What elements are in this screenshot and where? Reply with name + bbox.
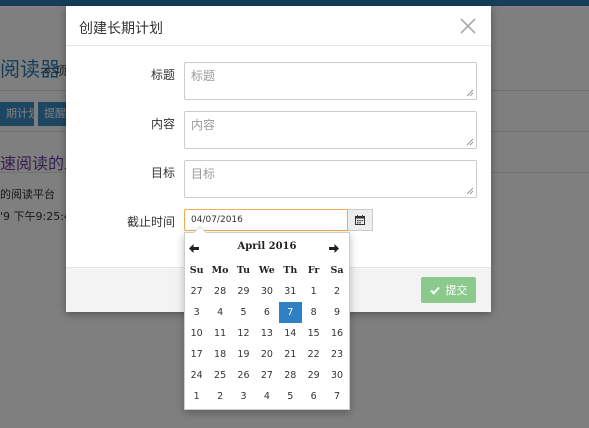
month-title[interactable]: April 2016 <box>207 241 327 252</box>
weekday-label: Mo <box>211 265 229 276</box>
calendar-button[interactable] <box>348 209 373 231</box>
weekday-label: Tu <box>236 265 251 276</box>
weekday-label: Th <box>283 265 298 276</box>
modal-title: 创建长期计划 <box>79 21 163 37</box>
weekday-row: Su Mo Tu We Th Fr Sa <box>185 260 349 281</box>
day-cell[interactable]: 7 <box>325 386 348 407</box>
week-row: 1 2 3 4 5 6 7 <box>185 386 349 407</box>
day-cell[interactable]: 23 <box>325 344 348 365</box>
datepicker-caret-inner <box>194 227 206 233</box>
resize-grip-icon[interactable] <box>466 89 474 97</box>
day-cell[interactable]: 15 <box>302 323 325 344</box>
week-row: 24 25 26 27 28 29 30 <box>185 365 349 386</box>
day-cell[interactable]: 20 <box>255 344 278 365</box>
day-cell[interactable]: 27 <box>185 281 208 302</box>
day-cell[interactable]: 30 <box>325 365 348 386</box>
day-cell[interactable]: 6 <box>255 302 278 323</box>
day-cell[interactable]: 25 <box>208 365 231 386</box>
day-cell[interactable]: 28 <box>279 365 302 386</box>
day-cell[interactable]: 13 <box>255 323 278 344</box>
title-label: 标题 <box>150 68 175 82</box>
week-row: 10 11 12 13 14 15 16 <box>185 323 349 344</box>
deadline-label: 截止时间 <box>126 215 175 229</box>
content-placeholder: 内容 <box>191 118 216 132</box>
day-cell[interactable]: 1 <box>302 281 325 302</box>
goal-input[interactable]: 目标 <box>184 160 477 198</box>
day-cell[interactable]: 9 <box>325 302 348 323</box>
goal-label: 目标 <box>150 166 175 180</box>
check-icon <box>429 286 440 295</box>
arrow-left-icon[interactable] <box>189 240 201 256</box>
weekday-label: Sa <box>330 265 344 276</box>
day-cell[interactable]: 8 <box>302 302 325 323</box>
day-cell[interactable]: 31 <box>279 281 302 302</box>
day-cell[interactable]: 26 <box>232 365 255 386</box>
title-input[interactable]: 标题 <box>184 62 477 100</box>
content-label: 内容 <box>150 117 175 131</box>
title-placeholder: 标题 <box>191 69 216 83</box>
datepicker-popup: April 2016 Su Mo Tu We Th Fr Sa 27 28 29… <box>184 226 350 410</box>
day-cell[interactable]: 5 <box>232 302 255 323</box>
calendar-icon <box>355 215 365 225</box>
modal-header: 创建长期计划 <box>66 6 491 46</box>
calendar-grid: Su Mo Tu We Th Fr Sa 27 28 29 30 31 1 2 … <box>185 260 349 407</box>
day-cell[interactable]: 10 <box>185 323 208 344</box>
goal-placeholder: 目标 <box>191 167 216 181</box>
weekday-label: Fr <box>307 265 320 276</box>
day-cell[interactable]: 17 <box>185 344 208 365</box>
day-cell-selected[interactable]: 7 <box>278 302 302 323</box>
day-cell[interactable]: 18 <box>208 344 231 365</box>
day-cell[interactable]: 4 <box>208 302 231 323</box>
day-cell[interactable]: 14 <box>279 323 302 344</box>
week-row: 17 18 19 20 21 22 23 <box>185 344 349 365</box>
day-cell[interactable]: 12 <box>232 323 255 344</box>
day-cell[interactable]: 29 <box>232 281 255 302</box>
day-cell[interactable]: 3 <box>185 302 208 323</box>
datepicker-header: April 2016 <box>185 240 349 256</box>
submit-label: 提交 <box>445 284 468 297</box>
day-cell[interactable]: 22 <box>302 344 325 365</box>
day-cell[interactable]: 4 <box>255 386 278 407</box>
resize-grip-icon[interactable] <box>466 138 474 146</box>
day-cell[interactable]: 5 <box>279 386 302 407</box>
day-cell[interactable]: 2 <box>208 386 231 407</box>
day-cell[interactable]: 6 <box>302 386 325 407</box>
day-cell[interactable]: 28 <box>208 281 231 302</box>
week-row: 3 4 5 6 7 8 9 <box>185 302 349 323</box>
day-cell[interactable]: 2 <box>325 281 348 302</box>
content-input[interactable]: 内容 <box>184 111 477 149</box>
week-row: 27 28 29 30 31 1 2 <box>185 281 349 302</box>
day-cell[interactable]: 16 <box>325 323 348 344</box>
weekday-label: Su <box>189 265 204 276</box>
deadline-input[interactable]: 04/07/2016 <box>184 209 348 231</box>
submit-button[interactable]: 提交 <box>421 277 476 303</box>
day-cell[interactable]: 11 <box>208 323 231 344</box>
day-cell[interactable]: 1 <box>185 386 208 407</box>
day-cell[interactable]: 24 <box>185 365 208 386</box>
close-icon[interactable] <box>458 16 478 36</box>
arrow-right-icon[interactable] <box>329 240 341 256</box>
day-cell[interactable]: 3 <box>232 386 255 407</box>
resize-grip-icon[interactable] <box>466 187 474 195</box>
day-cell[interactable]: 19 <box>232 344 255 365</box>
day-cell[interactable]: 29 <box>302 365 325 386</box>
day-cell[interactable]: 21 <box>279 344 302 365</box>
day-cell[interactable]: 30 <box>255 281 278 302</box>
weekday-label: We <box>258 265 275 276</box>
day-cell[interactable]: 27 <box>255 365 278 386</box>
